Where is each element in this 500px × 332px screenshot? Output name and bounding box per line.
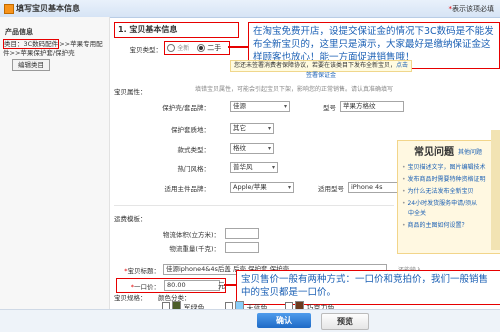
model-label: 型号 <box>323 104 336 112</box>
volume-input[interactable] <box>225 228 259 239</box>
hot-style-label: 热门风格： <box>177 165 211 173</box>
category-path: 类目：3C数码配件>>苹果专用配 件>>苹果保护套/保护壳 <box>3 39 107 58</box>
faq-item[interactable]: 24小时发货服务申请/须从 <box>402 198 477 207</box>
type-used-radio[interactable] <box>197 44 205 52</box>
callout-price-note: 宝贝售价一般有两种方式：一口价和竞拍价，我们一般销售中的宝贝都是一口价。 <box>236 270 500 305</box>
style-label: 款式类型： <box>177 146 211 154</box>
category-suffix: >>苹果专用配 <box>59 40 103 48</box>
hot-style-select[interactable]: 普华风 <box>230 162 278 173</box>
model-input[interactable]: 苹果方格纹 <box>340 101 404 112</box>
type-label: 宝贝类型： <box>129 46 163 54</box>
price-callout-arrow <box>224 284 236 286</box>
faq-item[interactable]: 宝贝描述文字，图片编辑技术 <box>402 162 485 171</box>
fit-model-label: 适用型号 <box>318 185 344 193</box>
title-label: *宝贝标题： <box>124 267 160 275</box>
confirm-button[interactable]: 确认 <box>257 313 311 328</box>
price-label: *一口价： <box>130 283 160 291</box>
category-line2: 件>>苹果保护套/保护壳 <box>3 49 75 57</box>
fit-model-input[interactable]: iPhone 4s <box>348 182 404 193</box>
volume-label: 物流体积(立方米)： <box>162 231 220 239</box>
footer-bar <box>0 309 500 332</box>
weight-label: 物流重量(千克)： <box>169 245 220 253</box>
weight-input[interactable] <box>225 242 259 253</box>
attr-hint: 填错宝贝属性，可能会引起宝贝下架，影响您的正常销售。请认真准确填写 <box>195 86 394 93</box>
faq-item[interactable]: 发布商品时需要特种资格证明 <box>402 174 485 183</box>
type-new-option[interactable]: 全新 <box>167 43 189 52</box>
type-new-radio[interactable] <box>167 44 175 52</box>
edit-category-button[interactable]: 编辑类目 <box>12 59 50 71</box>
price-input[interactable]: 80.00 <box>164 280 220 291</box>
faq-title: 常见问题 <box>414 147 454 158</box>
shipping-label: 运费模板： <box>114 215 147 223</box>
deposit-notice: 您还未签署消费者保障协议，若要在该类目下发布全新宝贝，点击签署保证金 <box>230 60 412 79</box>
sidebar-heading: 产品信息 <box>5 28 33 36</box>
price-unit: 元 <box>218 282 225 290</box>
spec-label: 宝贝规格： <box>114 294 147 302</box>
fit-brand-select[interactable]: Apple/苹果 <box>230 182 294 193</box>
faq-item[interactable]: 商品的主图如何设置？ <box>402 220 467 229</box>
scrollbar[interactable] <box>491 130 500 250</box>
faq-item[interactable]: 为什么无法发布全新宝贝 <box>402 186 473 195</box>
category-highlight: 类目：3C数码配件 <box>3 39 60 49</box>
brand-label: 保护壳/套品牌： <box>162 104 210 112</box>
divider <box>114 205 394 206</box>
faq-more-link[interactable]: 其他问题 <box>458 147 482 156</box>
style-select[interactable]: 格纹 <box>230 143 274 154</box>
faq-item-cont[interactable]: 中全关 <box>408 208 426 217</box>
preview-button[interactable]: 预览 <box>321 313 369 330</box>
type-used-option[interactable]: 二手 <box>197 43 221 53</box>
required-legend: *表示该项必填 <box>448 5 495 13</box>
form-icon <box>4 4 14 14</box>
section-header-bar: 填写宝贝基本信息 *表示该项必填 <box>0 0 500 18</box>
brand-select[interactable]: 佳源 <box>230 101 290 112</box>
attr-label: 宝贝属性： <box>114 88 147 96</box>
callout-arrow <box>228 46 248 48</box>
material-select[interactable]: 其它 <box>230 123 274 134</box>
section-title: 1. 宝贝基本信息 <box>114 22 239 38</box>
material-label: 保护套质地： <box>171 126 210 134</box>
page-title: 填写宝贝基本信息 <box>16 4 80 13</box>
fit-brand-label: 适用主件品牌： <box>164 185 211 193</box>
